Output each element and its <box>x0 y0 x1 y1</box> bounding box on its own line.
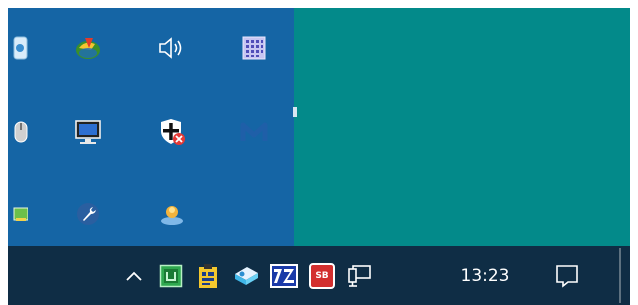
user-account-icon[interactable] <box>153 195 191 233</box>
malwarebytes-icon[interactable] <box>235 113 273 151</box>
chevron-up-icon <box>126 271 142 281</box>
7zip-icon <box>270 263 298 288</box>
sb-badge-icon: SB <box>309 262 335 289</box>
hidden-icons-flyout <box>8 8 297 246</box>
phone-app-icon[interactable] <box>0 29 36 67</box>
7zip-tray-icon[interactable] <box>266 246 302 305</box>
sb-app-tray-icon[interactable]: SB <box>304 246 340 305</box>
clock-time: 13:23 <box>460 265 510 286</box>
network-tray-icon[interactable] <box>342 246 378 305</box>
show-hidden-icons-button[interactable] <box>117 246 151 305</box>
taskbar: SB 13:23 <box>8 246 630 305</box>
volume-icon[interactable] <box>153 29 191 67</box>
clipboard-icon <box>199 263 217 288</box>
show-desktop-button[interactable] <box>619 248 621 303</box>
green-app-tray-icon[interactable] <box>154 246 188 305</box>
keypad-grid-icon[interactable] <box>235 29 273 67</box>
clipboard-app-tray-icon[interactable] <box>191 246 225 305</box>
book-stack-icon <box>235 266 258 285</box>
action-center-button[interactable] <box>545 246 589 305</box>
sb-badge-label: SB <box>315 270 329 281</box>
network-wired-icon <box>348 264 371 287</box>
download-manager-globe-icon[interactable] <box>69 29 107 67</box>
clock-button[interactable]: 13:23 <box>450 246 520 305</box>
notifications-icon <box>556 264 578 288</box>
mouse-icon[interactable] <box>0 113 36 151</box>
display-monitor-icon[interactable] <box>69 113 107 151</box>
network-card-icon[interactable] <box>0 195 36 233</box>
book-app-tray-icon[interactable] <box>228 246 264 305</box>
security-shield-warning-icon[interactable] <box>153 113 191 151</box>
settings-wrench-icon[interactable] <box>69 195 107 233</box>
green-square-app-icon <box>159 264 183 287</box>
